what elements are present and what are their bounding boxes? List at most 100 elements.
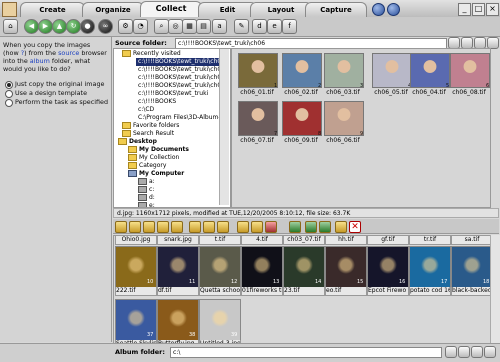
option-design-template-radio[interactable]	[5, 90, 13, 98]
album-item-label: black-backed	[451, 287, 491, 296]
tab-edit[interactable]: Edit	[198, 2, 257, 17]
tree-item[interactable]: Desktop	[118, 138, 157, 146]
thumbnail-image[interactable]	[324, 53, 364, 88]
thumbnail-image[interactable]	[372, 53, 412, 88]
letter-f-icon[interactable]: f	[282, 19, 297, 34]
instruction-text: When you copy the images (how ?) from th…	[3, 41, 107, 73]
thumbnail-image[interactable]	[410, 53, 450, 88]
album-grid: Ohio0.jpg snark.jpg t.tif 4.tif ch03_07.tif h…	[113, 235, 491, 345]
tab-layout[interactable]: Layout	[250, 2, 312, 17]
tab-collect[interactable]: Collect	[140, 1, 202, 18]
tree-item[interactable]: c:\!!!!BOOKS\tewt_truki	[138, 90, 208, 98]
tab-create[interactable]: Create	[20, 2, 85, 17]
tools-icon[interactable]	[251, 221, 263, 233]
tree-item[interactable]: Search Result	[122, 130, 174, 138]
settings-icon[interactable]: ⚙	[118, 19, 133, 34]
tree-item[interactable]: c:\!!!!BOOKS\tewt_truki\ch03	[138, 66, 225, 74]
album-toolbar: ✕	[113, 219, 499, 234]
delete-icon[interactable]: ✕	[349, 221, 361, 233]
tree-item[interactable]: d:	[138, 194, 155, 202]
album-folder-field[interactable]: c:\	[170, 347, 442, 358]
search-icon[interactable]: ◔	[133, 19, 148, 34]
binoculars-icon[interactable]: ∞	[98, 19, 113, 34]
status-bar: d.jpg: 1160x1712 pixels, modified at TUE…	[113, 208, 499, 218]
copy-icon[interactable]	[157, 221, 169, 233]
attach-icon[interactable]	[335, 221, 347, 233]
option-perform-task-radio[interactable]	[5, 99, 13, 107]
album-top-label: sa.tif	[451, 236, 490, 245]
bookmark-icon[interactable]	[203, 221, 215, 233]
browse-folder-icon[interactable]	[445, 346, 457, 358]
option-perform-task-label: Perform the task as specified	[15, 98, 109, 106]
thumbnail-image[interactable]	[282, 101, 322, 136]
back-icon[interactable]: ◀	[24, 19, 39, 34]
tab-organize[interactable]: Organize	[82, 2, 144, 17]
refresh-icon[interactable]: ↻	[66, 19, 81, 34]
tree-scrollbar[interactable]	[219, 49, 229, 205]
tree-item[interactable]: Favorite folders	[122, 122, 179, 130]
tree-item[interactable]: c:\!!!!BOOKS\tewt_truki\ch05	[138, 82, 225, 90]
paste-icon[interactable]	[143, 221, 155, 233]
folder-icon	[128, 154, 137, 161]
find-icon[interactable]: ⌕	[154, 19, 169, 34]
edit-icon[interactable]	[129, 221, 141, 233]
letter-a-icon[interactable]: a	[212, 19, 227, 34]
album-scrollbar[interactable]	[490, 235, 500, 343]
back-nav-icon[interactable]	[372, 3, 385, 16]
options-icon[interactable]	[471, 346, 483, 358]
option-copy-original-label: Just copy the original image	[15, 80, 105, 88]
thumbnail-image[interactable]	[324, 101, 364, 136]
tree-item[interactable]: My Documents	[128, 146, 189, 154]
undo-icon[interactable]	[305, 221, 317, 233]
letter-d-icon[interactable]: d	[252, 19, 267, 34]
album-item-number: 15	[357, 279, 364, 285]
thumbnail-image[interactable]	[450, 53, 490, 88]
color-icon[interactable]	[265, 221, 277, 233]
tree-item[interactable]: Category	[128, 162, 166, 170]
folder-icon[interactable]	[171, 221, 183, 233]
album-item-number: 13	[273, 279, 280, 285]
help-icon[interactable]	[484, 346, 496, 358]
sort-icon[interactable]	[189, 221, 201, 233]
copy-icon[interactable]: ●	[80, 19, 95, 34]
help-icon[interactable]	[387, 3, 400, 16]
album-item-number: 11	[189, 279, 196, 285]
add-icon[interactable]	[115, 221, 127, 233]
thumbnail-label: ch06_06.tif	[326, 137, 360, 144]
tree-item[interactable]: Recently visited	[122, 50, 181, 58]
thumbnail-label: ch06_03.tif	[326, 89, 360, 96]
home-icon[interactable]: ⌂	[3, 19, 18, 34]
ruler-icon[interactable]: ▦	[182, 19, 197, 34]
tree-item[interactable]: c:\!!!!BOOKS	[138, 98, 176, 106]
tree-item[interactable]: C:\Program Files\3D-Album-	[138, 114, 221, 122]
drive-icon	[138, 178, 147, 185]
tree-item[interactable]: c:\CD	[138, 106, 154, 114]
close-icon[interactable]: ×	[486, 3, 499, 16]
filter-icon[interactable]: ◎	[168, 19, 183, 34]
tree-item[interactable]: c:\!!!!BOOKS\tewt_truki\ch06	[136, 58, 228, 66]
tree-item[interactable]: My Collection	[128, 154, 179, 162]
drive-icon[interactable]: ▤	[196, 19, 211, 34]
thumbnail-image[interactable]	[238, 101, 278, 136]
tag-icon[interactable]: ✎	[234, 19, 249, 34]
maximize-icon[interactable]: □	[472, 3, 485, 16]
thumbnail-image[interactable]	[238, 53, 278, 88]
home-icon[interactable]	[2, 2, 17, 17]
favorite-icon[interactable]	[458, 346, 470, 358]
tree-item[interactable]: My Computer	[128, 170, 184, 178]
forward-icon[interactable]: ▶	[38, 19, 53, 34]
minimize-icon[interactable]: _	[458, 3, 471, 16]
thumbnail-image[interactable]	[282, 53, 322, 88]
up-icon[interactable]: ▲	[52, 19, 67, 34]
info-icon[interactable]	[217, 221, 229, 233]
tree-item[interactable]: c:\!!!!BOOKS\tewt_truki\ch04	[138, 74, 225, 82]
redo-icon[interactable]	[319, 221, 331, 233]
letter-e-icon[interactable]: e	[267, 19, 282, 34]
album-item-number: 39	[231, 332, 238, 338]
tree-item[interactable]: a:	[138, 178, 155, 186]
option-copy-original-radio[interactable]	[5, 81, 13, 89]
print-icon[interactable]	[237, 221, 249, 233]
tab-capture[interactable]: Capture	[305, 2, 367, 17]
tree-item[interactable]: c:	[138, 186, 154, 194]
rotate-left-icon[interactable]	[289, 221, 301, 233]
